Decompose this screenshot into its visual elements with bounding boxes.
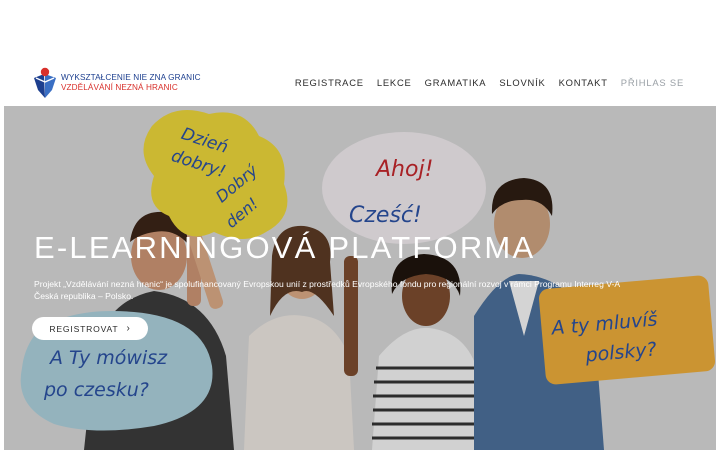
nav-item-lekce[interactable]: LEKCE xyxy=(377,77,412,88)
main-nav: REGISTRACE LEKCE GRAMATIKA SLOVNÍK KONTA… xyxy=(282,77,684,88)
logo-mark-icon xyxy=(34,67,56,98)
nav-item-gramatika[interactable]: GRAMATIKA xyxy=(425,77,487,88)
hero-description: Projekt „Vzdělávání nezná hranic“ je spo… xyxy=(34,279,620,301)
chevron-right-icon: › xyxy=(126,323,131,334)
hero-banner: Dzień dobry! Dobrý den! Ahoj! Cześć! A T… xyxy=(4,106,716,450)
hero-title: E-LEARNINGOVÁ PLATFORMA xyxy=(34,230,536,265)
site-header: WYKSZTAŁCENIE NIE ZNA GRANIC VZDĚLÁVÁNÍ … xyxy=(0,0,720,106)
logo-text-czech: VZDĚLÁVÁNÍ NEZNÁ HRANIC xyxy=(61,83,178,92)
register-button[interactable]: REGISTROVAT › xyxy=(32,317,148,340)
nav-item-kontakt[interactable]: KONTAKT xyxy=(559,77,608,88)
nav-item-slovnik[interactable]: SLOVNÍK xyxy=(499,77,545,88)
logo-text-polish: WYKSZTAŁCENIE NIE ZNA GRANIC xyxy=(61,73,201,82)
site-logo[interactable]: WYKSZTAŁCENIE NIE ZNA GRANIC VZDĚLÁVÁNÍ … xyxy=(32,64,201,102)
register-button-label: REGISTROVAT xyxy=(49,323,119,334)
nav-item-login[interactable]: PŘIHLAS SE xyxy=(621,77,684,88)
nav-item-registrace[interactable]: REGISTRACE xyxy=(295,77,364,88)
